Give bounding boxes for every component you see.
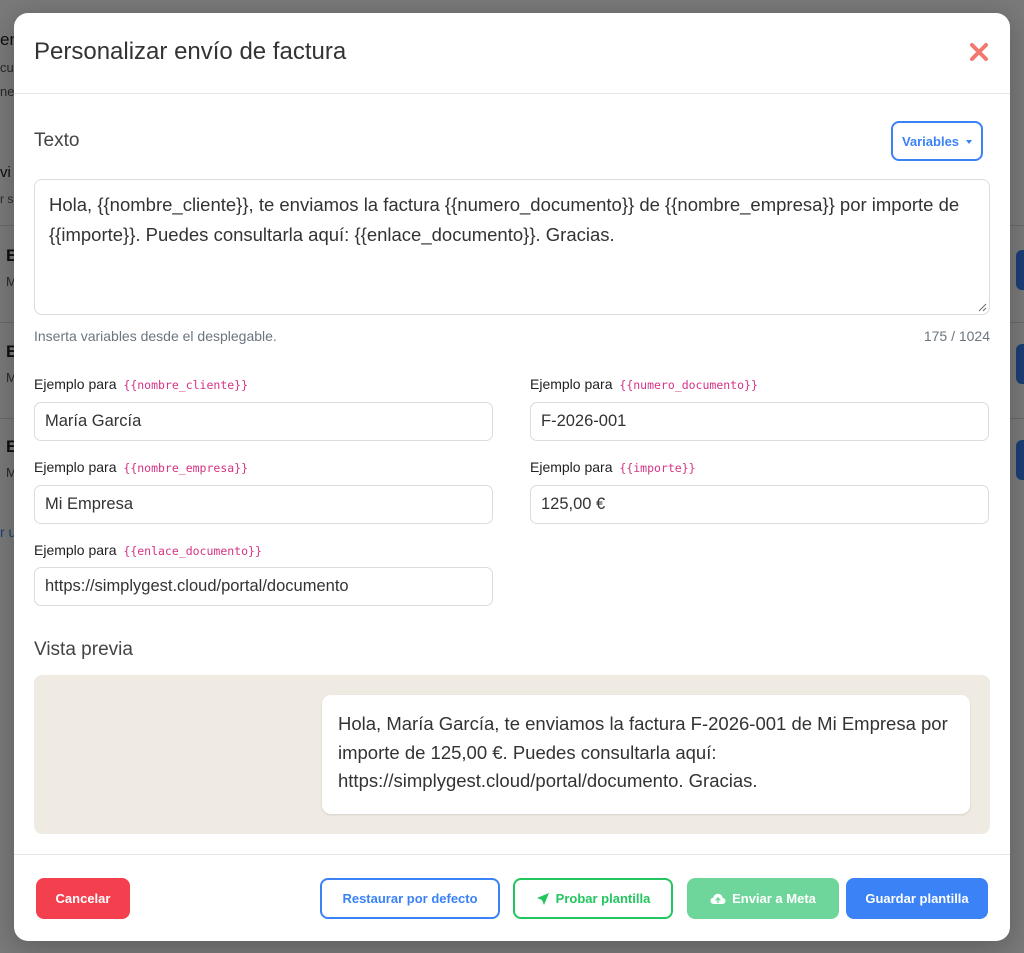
character-counter: 175 / 1024: [923, 328, 990, 344]
example-input-nombre-cliente[interactable]: [34, 402, 493, 441]
variable-code: {{enlace_documento}}: [123, 544, 262, 558]
variable-code: {{importe}}: [619, 461, 696, 475]
example-label-prefix: Ejemplo para: [530, 459, 613, 475]
test-button-label: Probar plantilla: [555, 891, 651, 906]
example-input-enlace-documento[interactable]: [34, 567, 493, 606]
text-section-label: Texto: [34, 130, 80, 151]
example-label-prefix: Ejemplo para: [34, 376, 117, 392]
example-label-prefix: Ejemplo para: [34, 542, 117, 558]
variable-code: {{nombre_empresa}}: [123, 461, 249, 475]
preview-chat-area: Hola, María García, te enviamos la factu…: [34, 675, 990, 834]
example-label-prefix: Ejemplo para: [34, 459, 117, 475]
cancel-button-label: Cancelar: [55, 891, 111, 906]
close-button[interactable]: [968, 41, 990, 63]
save-template-button[interactable]: Guardar plantilla: [846, 878, 988, 919]
paper-plane-icon: [536, 892, 549, 905]
close-icon: [970, 43, 988, 61]
send-to-meta-button[interactable]: Enviar a Meta: [687, 878, 839, 919]
example-input-nombre-empresa[interactable]: [34, 485, 493, 524]
send-meta-button-label: Enviar a Meta: [732, 891, 816, 906]
caret-down-icon: [966, 139, 973, 144]
example-label-nombre-cliente: Ejemplo para {{nombre_cliente}}: [34, 376, 248, 392]
modal-dialog: Personalizar envío de factura Texto Vari…: [14, 13, 1010, 941]
example-label-enlace-documento: Ejemplo para {{enlace_documento}}: [34, 542, 262, 558]
variables-button-label: Variables: [901, 133, 960, 149]
template-textarea[interactable]: Hola, {{nombre_cliente}}, te enviamos la…: [35, 180, 989, 314]
modal-footer: Cancelar Restaurar por defecto Probar pl…: [14, 854, 1010, 941]
variable-code: {{nombre_cliente}}: [123, 378, 249, 392]
test-template-button[interactable]: Probar plantilla: [513, 878, 673, 919]
modal-header: Personalizar envío de factura: [14, 13, 1010, 94]
example-label-nombre-empresa: Ejemplo para {{nombre_empresa}}: [34, 459, 248, 475]
cancel-button[interactable]: Cancelar: [36, 878, 130, 919]
restore-default-button[interactable]: Restaurar por defecto: [320, 878, 500, 919]
preview-message-bubble: Hola, María García, te enviamos la factu…: [322, 695, 970, 814]
textarea-hint: Inserta variables desde el desplegable.: [34, 328, 277, 344]
save-button-label: Guardar plantilla: [865, 891, 969, 906]
cloud-upload-icon: [710, 893, 726, 904]
example-input-importe[interactable]: [530, 485, 989, 524]
modal-title: Personalizar envío de factura: [34, 38, 347, 65]
example-label-prefix: Ejemplo para: [530, 376, 613, 392]
example-label-numero-documento: Ejemplo para {{numero_documento}}: [530, 376, 758, 392]
variable-code: {{numero_documento}}: [619, 378, 758, 392]
resize-grip-icon[interactable]: [977, 302, 987, 312]
restore-button-label: Restaurar por defecto: [342, 891, 478, 906]
example-label-importe: Ejemplo para {{importe}}: [530, 459, 696, 475]
template-textarea-wrapper: Hola, {{nombre_cliente}}, te enviamos la…: [34, 179, 990, 315]
variables-dropdown-button[interactable]: Variables: [891, 121, 983, 161]
example-input-numero-documento[interactable]: [530, 402, 989, 441]
preview-section-label: Vista previa: [34, 639, 133, 660]
